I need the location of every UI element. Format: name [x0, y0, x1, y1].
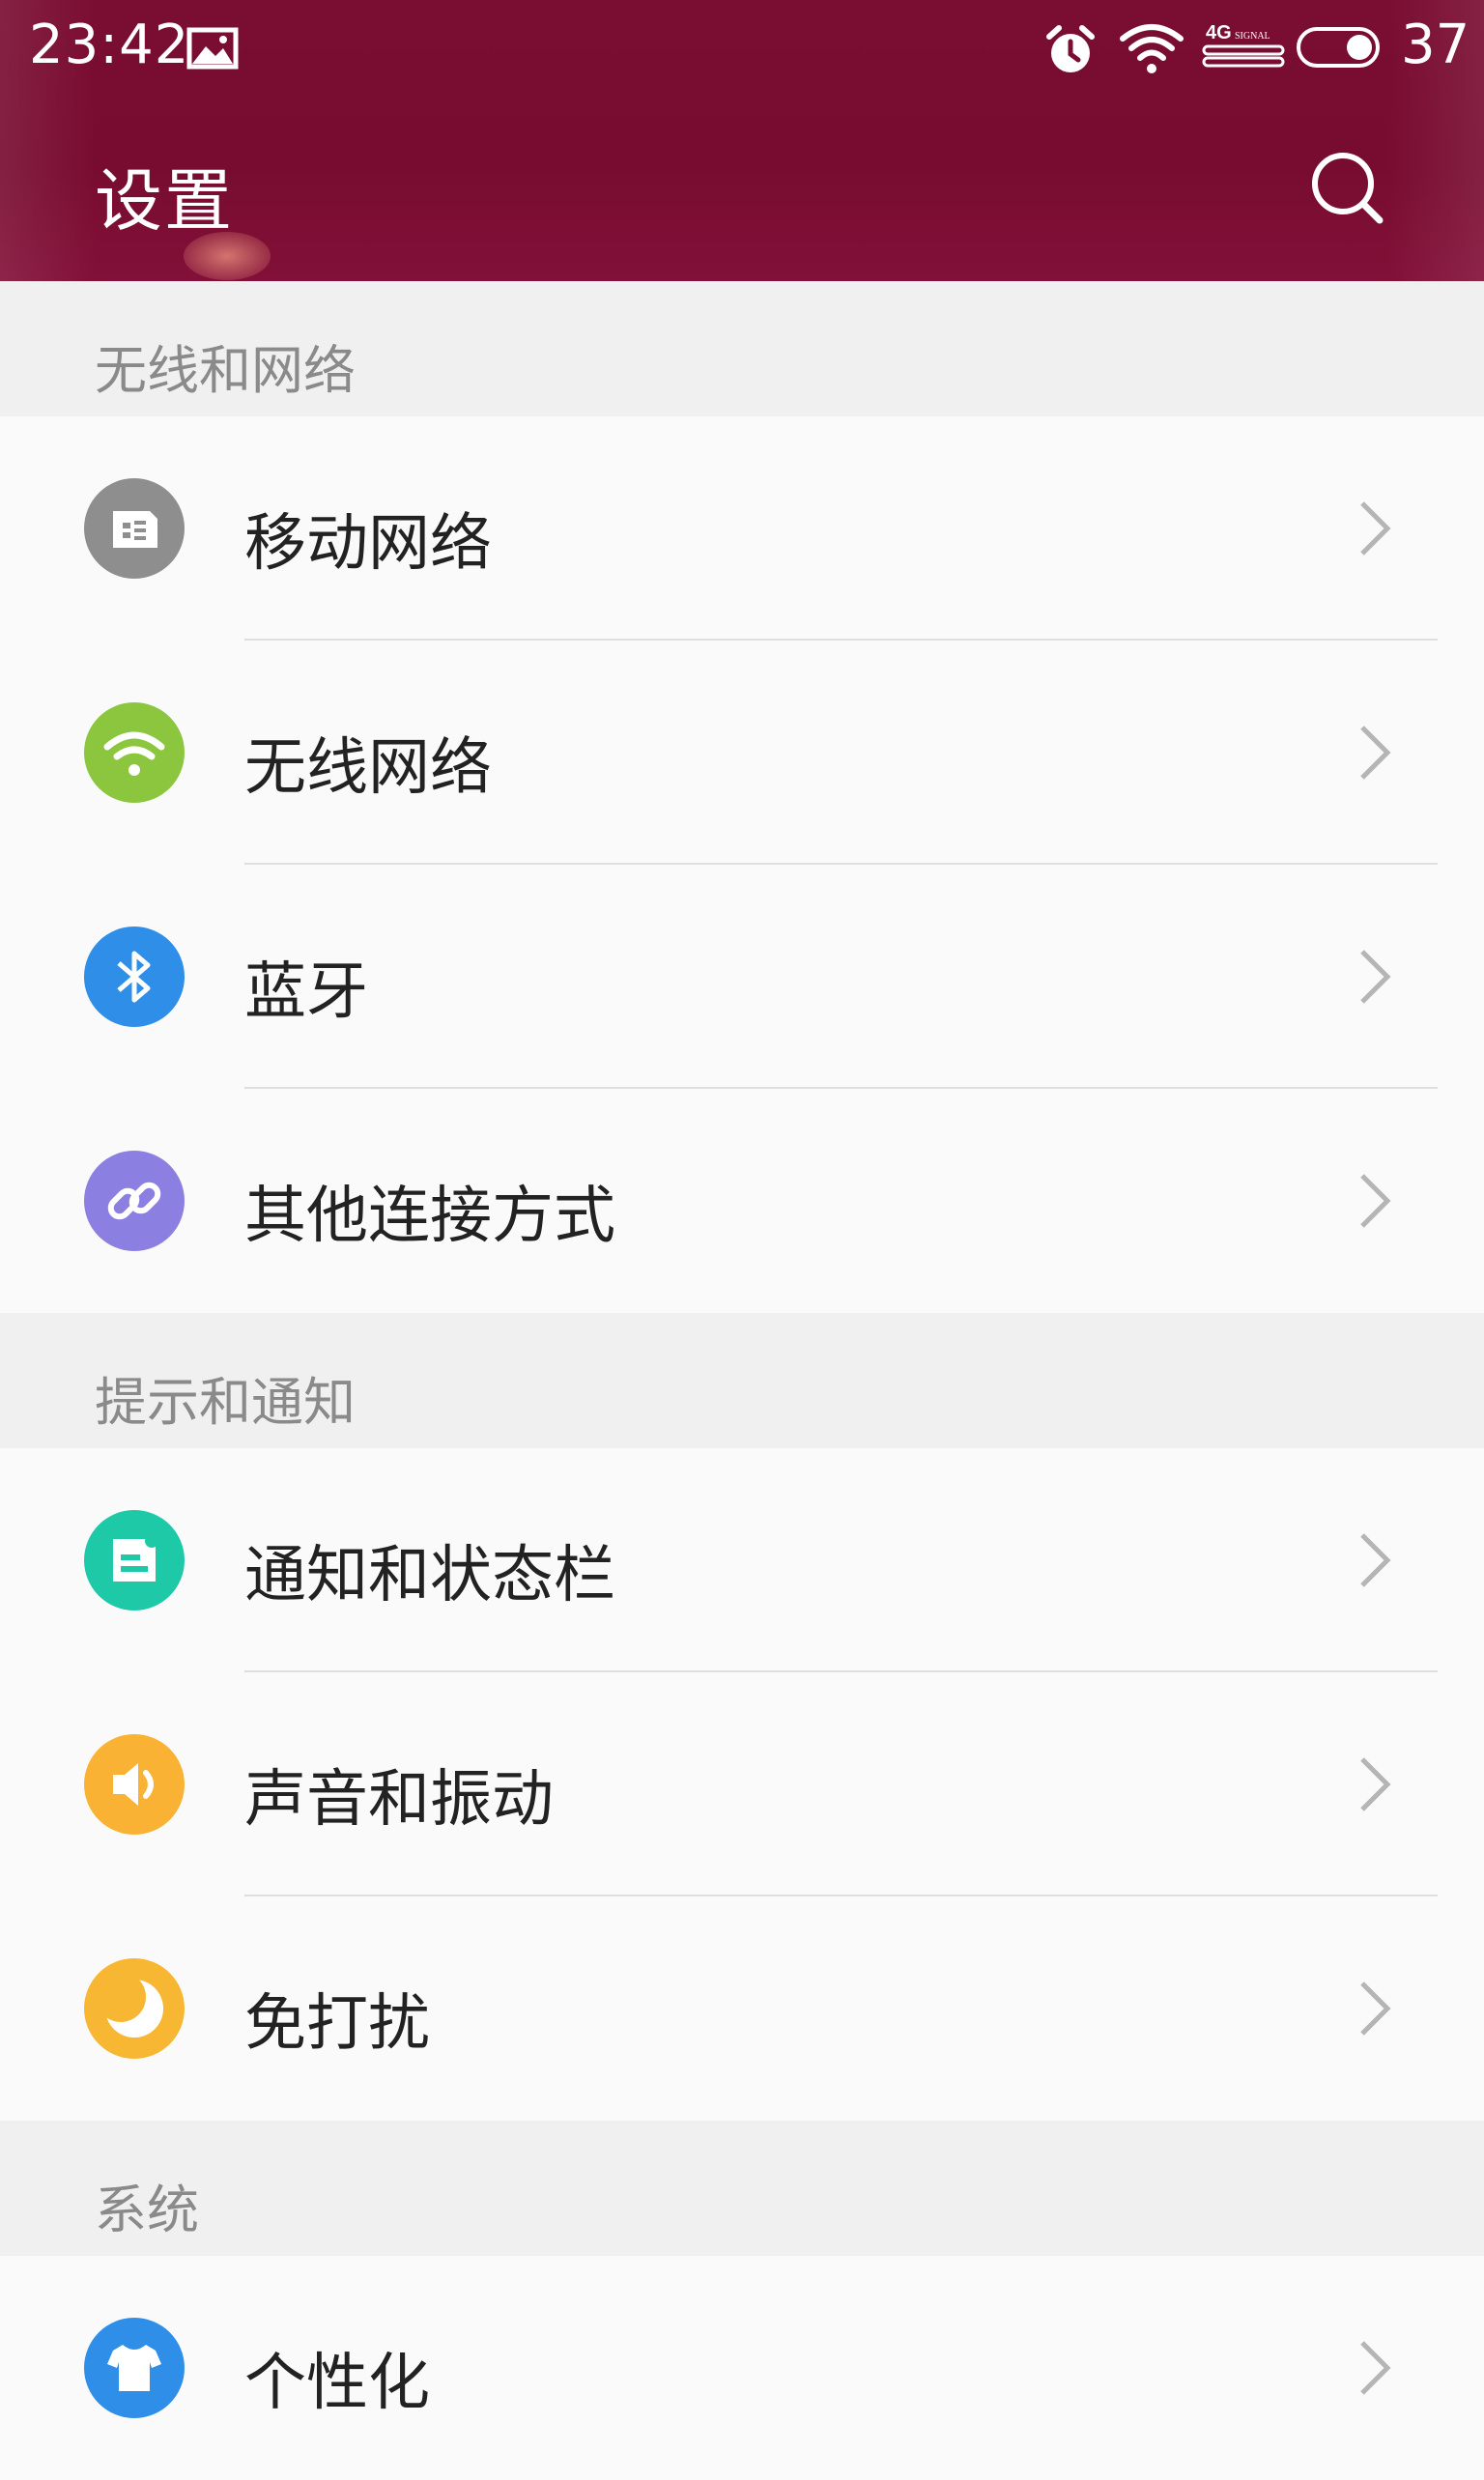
moon-icon [84, 1958, 185, 2059]
settings-item-label: 免打扰 [244, 1988, 430, 2060]
link-icon [84, 1151, 185, 1251]
battery-toggle-icon [1297, 27, 1380, 68]
section-title: 提示和通知 [95, 1372, 356, 1433]
cellular-signal-icon: 4G SIGNAL [1202, 21, 1287, 75]
section-title: 系统 [95, 2180, 199, 2240]
battery-level: 37 [1401, 14, 1470, 76]
section-header-notifications: 提示和通知 [0, 1313, 1484, 1448]
settings-item-label: 其他连接方式 [244, 1181, 615, 1252]
settings-item-label: 通知和状态栏 [244, 1540, 615, 1611]
app-header: 23:42 4G SIGNAL 37 设置 [0, 0, 1484, 281]
chevron-right-icon [1351, 1980, 1399, 2041]
settings-item-label: 声音和振动 [244, 1764, 554, 1836]
settings-item-personalization[interactable]: 个性化 [0, 2256, 1484, 2480]
chevron-right-icon [1351, 1755, 1399, 1817]
settings-item-do-not-disturb[interactable]: 免打扰 [0, 1896, 1484, 2121]
settings-item-label: 个性化 [244, 2348, 430, 2419]
settings-item-sound-vibration[interactable]: 声音和振动 [0, 1672, 1484, 1896]
settings-item-bluetooth[interactable]: 蓝牙 [0, 865, 1484, 1089]
settings-item-wifi[interactable]: 无线网络 [0, 641, 1484, 865]
bluetooth-icon [84, 926, 185, 1027]
chevron-right-icon [1351, 724, 1399, 785]
signal-label: SIGNAL [1235, 31, 1270, 42]
battery-toggle-knob [1347, 35, 1372, 60]
image-icon [186, 27, 239, 73]
section-header-wireless: 无线和网络 [0, 281, 1484, 416]
settings-item-notifications-statusbar[interactable]: 通知和状态栏 [0, 1448, 1484, 1672]
settings-item-label: 蓝牙 [244, 956, 368, 1028]
settings-item-other-connections[interactable]: 其他连接方式 [0, 1089, 1484, 1313]
section-header-system: 系统 [0, 2121, 1484, 2256]
speaker-icon [84, 1734, 185, 1835]
settings-item-label: 移动网络 [244, 508, 492, 580]
sim-card-icon [84, 478, 185, 579]
chevron-right-icon [1351, 2339, 1399, 2401]
chevron-right-icon [1351, 948, 1399, 1010]
wifi-signal-icon [1119, 21, 1184, 81]
alarm-icon [1043, 23, 1098, 81]
status-time: 23:42 [29, 14, 190, 76]
notification-icon [84, 1510, 185, 1611]
chevron-right-icon [1351, 1172, 1399, 1234]
settings-item-mobile-network[interactable]: 移动网络 [0, 416, 1484, 641]
chevron-right-icon [1351, 499, 1399, 561]
settings-item-label: 无线网络 [244, 732, 492, 804]
network-type-label: 4G [1206, 22, 1232, 43]
search-button[interactable] [1304, 145, 1391, 232]
chevron-right-icon [1351, 1531, 1399, 1593]
search-icon [1312, 153, 1384, 224]
status-bar: 23:42 4G SIGNAL 37 [0, 0, 1484, 97]
tshirt-icon [84, 2318, 185, 2418]
section-title: 无线和网络 [95, 340, 356, 401]
wifi-icon [84, 702, 185, 803]
page-title: 设置 [95, 161, 234, 241]
